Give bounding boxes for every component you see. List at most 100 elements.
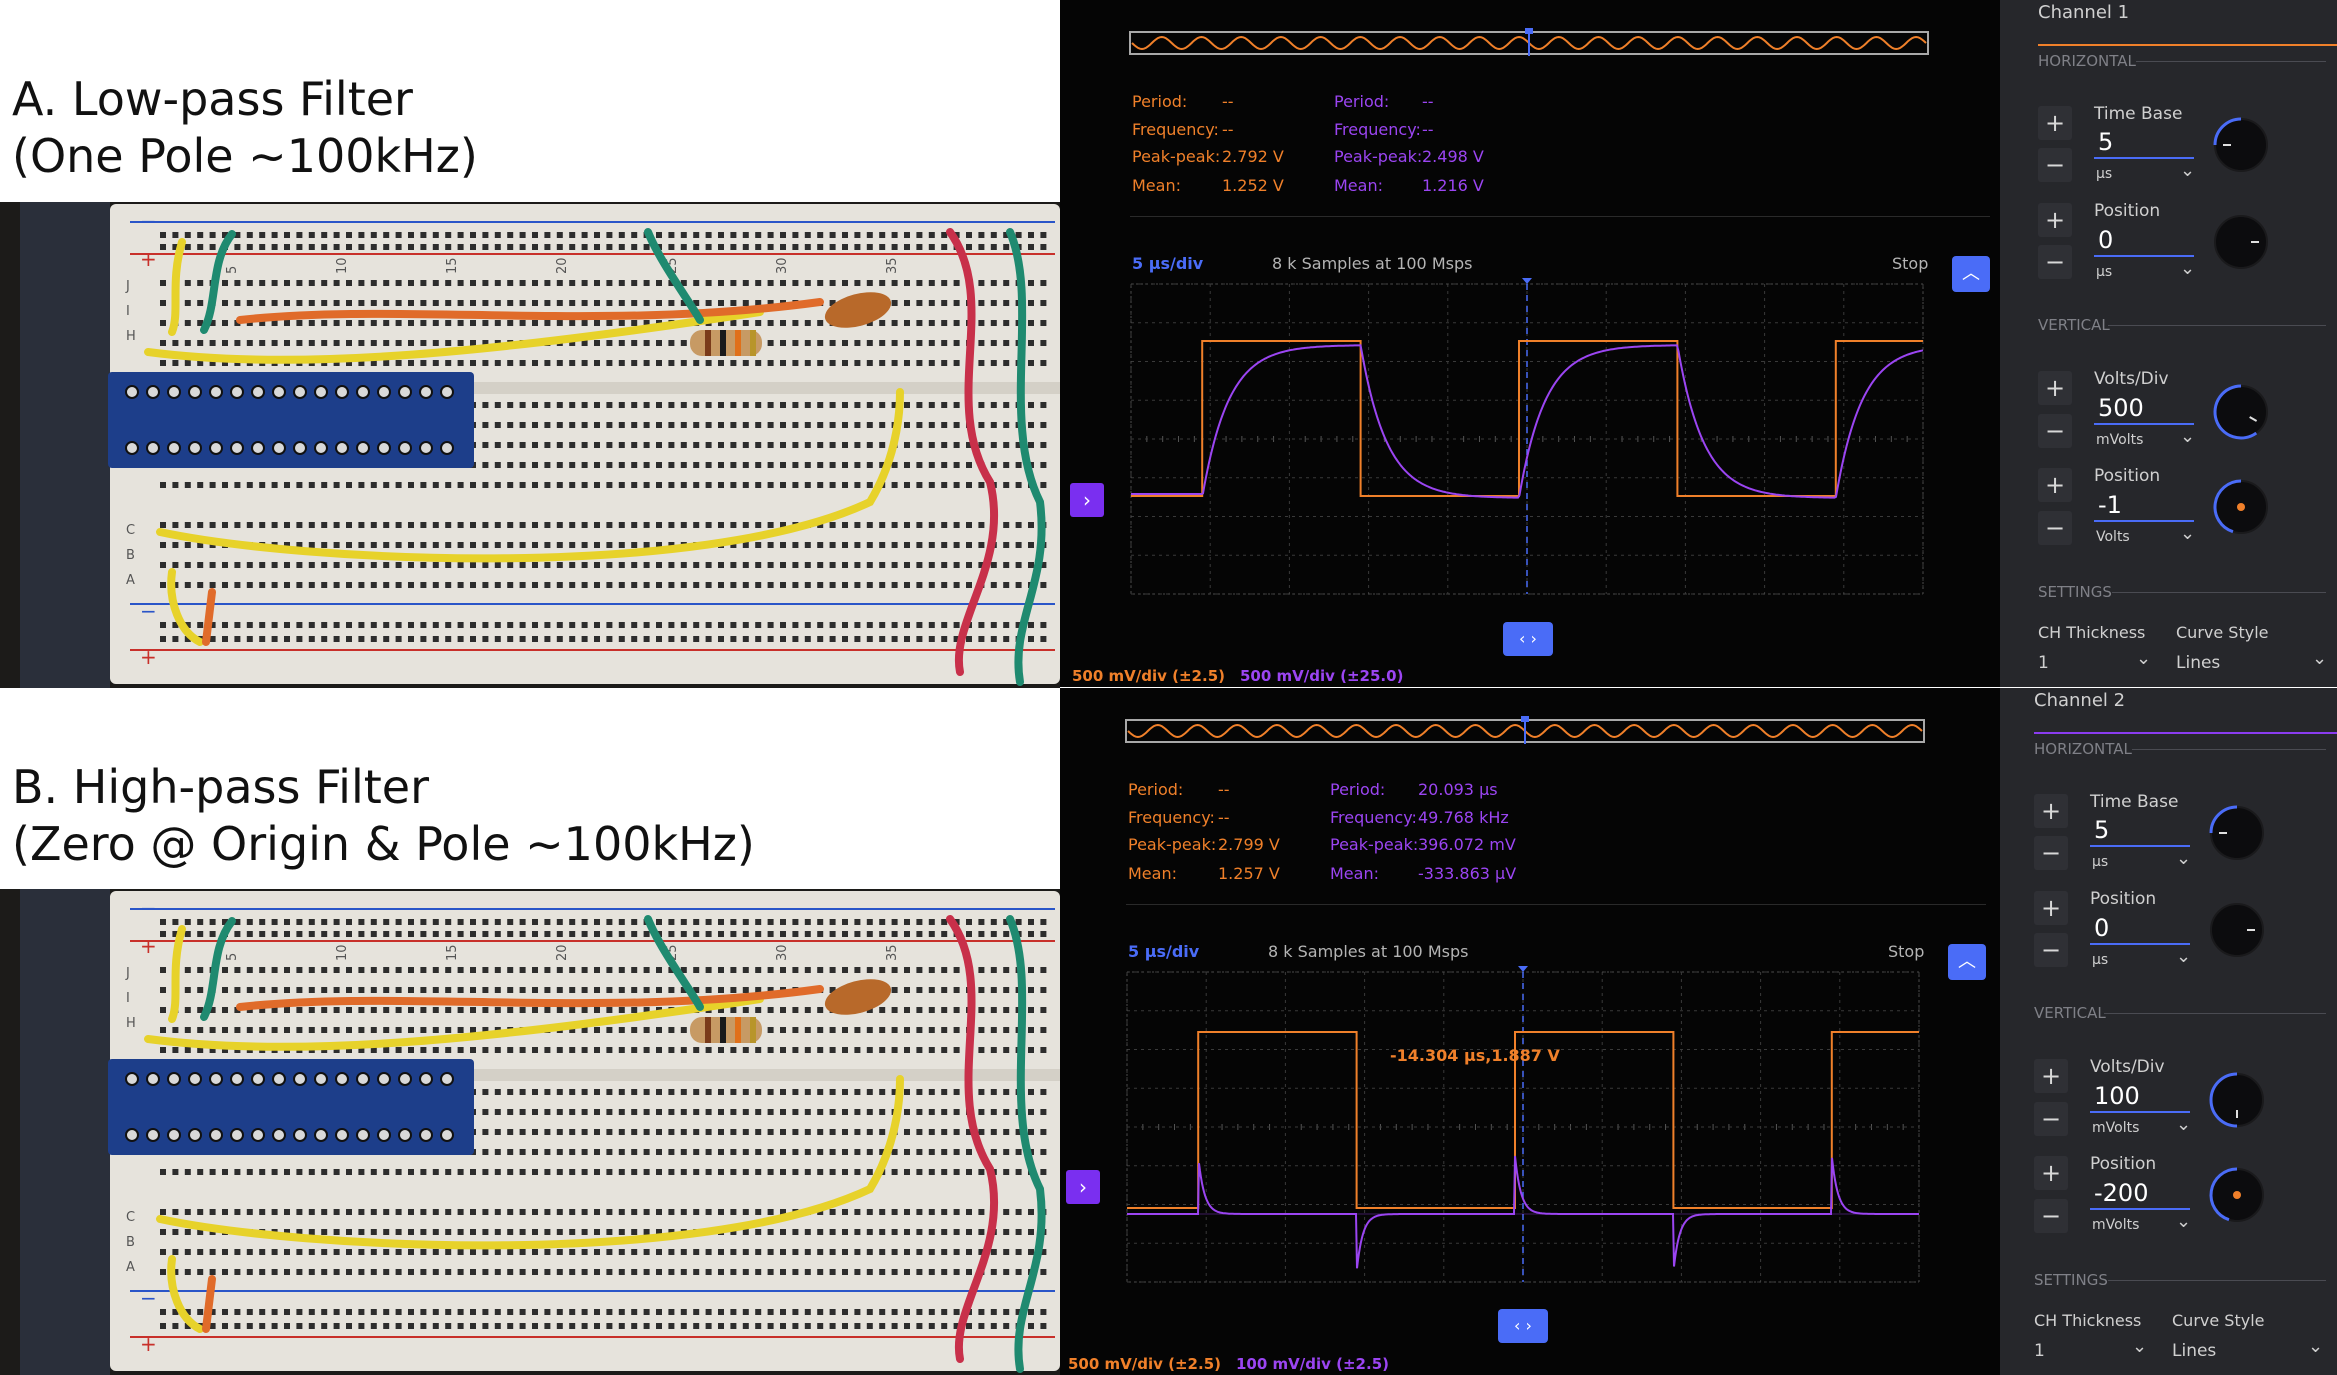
volts-div-increment-button[interactable]: + [2038, 371, 2072, 405]
ch1-frequency-label: Frequency: [1132, 120, 1219, 139]
vposition-unit-select[interactable]: mVolts [2092, 1217, 2139, 1233]
knob-indicator [2233, 1191, 2241, 1199]
chevron-right-icon: › [1079, 1175, 1087, 1199]
hposition-increment-button[interactable]: + [2038, 203, 2072, 237]
ch1-frequency-label: Frequency: [1128, 808, 1215, 827]
oscilloscope-view-b: Period: -- Frequency: -- Peak-peak: 2.79… [1060, 688, 2000, 1375]
thickness-select[interactable]: 1 [2038, 653, 2049, 673]
curve-style-select[interactable]: Lines [2172, 1341, 2216, 1361]
volts-div-decrement-button[interactable]: − [2038, 414, 2072, 448]
resistor-band [705, 330, 711, 356]
timebase-readout: 5 μs/div [1128, 942, 1200, 961]
timebase-label: Time Base [2090, 792, 2179, 812]
vposition-increment-button[interactable]: + [2034, 1156, 2068, 1190]
vposition-decrement-button[interactable]: − [2034, 1199, 2068, 1233]
timebase-unit-select[interactable]: μs [2096, 166, 2112, 182]
volts-div-decrement-button[interactable]: − [2034, 1102, 2068, 1136]
volts-div-input[interactable]: 500 [2098, 394, 2144, 422]
separator [1126, 904, 1986, 905]
ch2-peak-label: Peak-peak: [1330, 835, 1419, 854]
rail-symbol: + [140, 934, 157, 958]
side-board [20, 889, 110, 1375]
vposition-unit-select[interactable]: Volts [2096, 529, 2130, 545]
separator [1130, 216, 1990, 217]
section-settings: SETTINGS [2038, 583, 2112, 601]
timebase-increment-button[interactable]: + [2034, 794, 2068, 828]
vposition-knob[interactable] [2211, 477, 2271, 537]
column-number: 10 [335, 257, 350, 274]
volts-div-knob[interactable] [2211, 382, 2271, 442]
waveform-plot[interactable] [1060, 960, 2000, 1300]
acquisition-status: Stop [1888, 942, 1925, 961]
left-right-arrows-icon: ‹ › [1519, 629, 1537, 648]
section-vertical: VERTICAL [2038, 316, 2110, 334]
vposition-label: Position [2090, 1154, 2157, 1174]
chevron-right-icon: › [1083, 488, 1091, 512]
heading-a-title: A. Low-pass Filter [12, 72, 413, 126]
chevron-down-icon: ⌄ [2176, 946, 2192, 967]
rail-symbol: − [140, 896, 157, 920]
ch2-peak-value: 2.498 V [1422, 147, 1484, 166]
hposition-label: Position [2094, 201, 2161, 221]
overview-position-handle[interactable] [1525, 28, 1533, 34]
section-horizontal: HORIZONTAL [2038, 52, 2136, 70]
column-number: 15 [445, 944, 460, 961]
trigger-marker[interactable] [1522, 278, 1532, 284]
rail-symbol: + [140, 1332, 157, 1356]
timebase-increment-button[interactable]: + [2038, 106, 2072, 140]
thickness-select[interactable]: 1 [2034, 1341, 2045, 1361]
hposition-decrement-button[interactable]: − [2034, 933, 2068, 967]
timebase-unit-select[interactable]: μs [2092, 854, 2108, 870]
breadboard-image: −+−+5 10 15 20 25 30 35JIHCBA [0, 889, 1060, 1375]
column-number: 20 [555, 257, 570, 274]
rail-symbol: − [140, 1286, 157, 1310]
vposition-increment-button[interactable]: + [2038, 468, 2072, 502]
waveform-overview[interactable] [1060, 0, 2000, 60]
volts-div-unit-select[interactable]: mVolts [2096, 432, 2143, 448]
timebase-decrement-button[interactable]: − [2038, 148, 2072, 182]
row-label: J [125, 966, 130, 981]
timebase-knob[interactable] [2207, 803, 2267, 863]
trigger-marker[interactable] [1518, 966, 1528, 972]
resistor-band [720, 1017, 726, 1043]
hposition-decrement-button[interactable]: − [2038, 245, 2072, 279]
timebase-input[interactable]: 5 [2094, 816, 2109, 844]
curve-style-select[interactable]: Lines [2176, 653, 2220, 673]
channel-offset-marker[interactable]: › [1070, 483, 1104, 517]
timebase-readout: 5 μs/div [1132, 254, 1204, 273]
trigger-position-button[interactable]: ‹ › [1498, 1309, 1548, 1343]
timebase-decrement-button[interactable]: − [2034, 836, 2068, 870]
ch2-scale-readout: 500 mV/div (±25.0) [1240, 667, 1404, 685]
waveform-overview[interactable] [1060, 688, 2000, 748]
volts-div-knob[interactable] [2207, 1070, 2267, 1130]
hposition-increment-button[interactable]: + [2034, 891, 2068, 925]
ch1-period-label: Period: [1132, 92, 1188, 111]
trigger-position-button[interactable]: ‹ › [1503, 622, 1553, 656]
timebase-label: Time Base [2094, 104, 2183, 124]
section-divider [2136, 61, 2326, 62]
volts-div-unit-select[interactable]: mVolts [2092, 1120, 2139, 1136]
hposition-knob[interactable] [2207, 900, 2267, 960]
hposition-input[interactable]: 0 [2094, 914, 2109, 942]
hposition-unit-select[interactable]: μs [2092, 952, 2108, 968]
ch2-period-label: Period: [1330, 780, 1386, 799]
vposition-decrement-button[interactable]: − [2038, 511, 2072, 545]
overview-position-handle[interactable] [1521, 716, 1529, 722]
hposition-knob[interactable] [2211, 212, 2271, 272]
timebase-knob[interactable] [2211, 115, 2271, 175]
channel-offset-marker[interactable]: › [1066, 1170, 1100, 1204]
hposition-input[interactable]: 0 [2098, 226, 2113, 254]
row-label: H [126, 329, 136, 344]
vposition-knob[interactable] [2207, 1165, 2267, 1225]
waveform-plot[interactable] [1060, 272, 2000, 612]
volts-div-increment-button[interactable]: + [2034, 1059, 2068, 1093]
timebase-input[interactable]: 5 [2098, 128, 2113, 156]
knob-indicator [2237, 503, 2245, 511]
hposition-unit-select[interactable]: μs [2096, 264, 2112, 280]
channel-accent-bar [2038, 44, 2337, 46]
column-number: 5 [225, 266, 240, 274]
vposition-input[interactable]: -200 [2094, 1179, 2148, 1207]
volts-div-input[interactable]: 100 [2094, 1082, 2140, 1110]
vposition-input[interactable]: -1 [2098, 491, 2122, 519]
chevron-down-icon: ⌄ [2136, 648, 2152, 669]
